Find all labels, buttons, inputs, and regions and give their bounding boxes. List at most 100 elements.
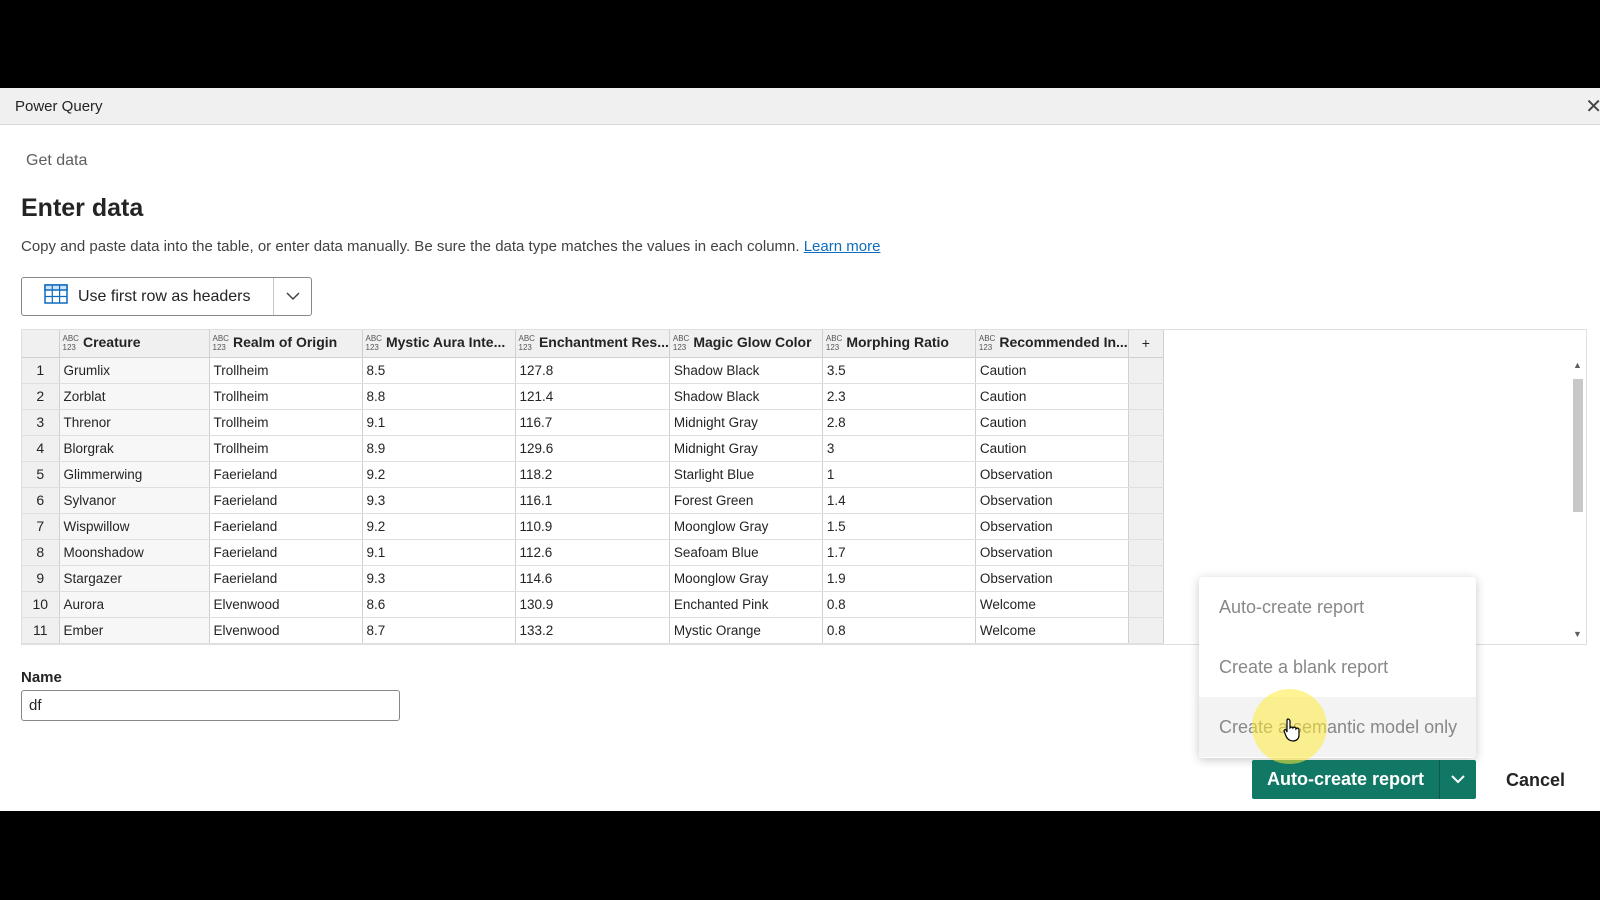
table-cell[interactable]: Moonglow Gray	[669, 565, 823, 592]
abc-123-type-icon[interactable]: ABC 123	[979, 334, 995, 352]
table-cell[interactable]: Caution	[975, 435, 1129, 462]
table-cell[interactable]: 8.8	[362, 383, 516, 410]
row-number[interactable]: 11	[22, 617, 60, 644]
table-cell[interactable]: Mystic Orange	[669, 617, 823, 644]
table-cell[interactable]: Faerieland	[209, 513, 363, 540]
table-cell[interactable]: Midnight Gray	[669, 409, 823, 436]
abc-123-type-icon[interactable]: ABC 123	[673, 334, 689, 352]
table-cell[interactable]: Observation	[975, 565, 1129, 592]
row-number[interactable]: 9	[22, 565, 60, 592]
table-cell[interactable]: Elvenwood	[209, 591, 363, 618]
table-cell[interactable]: 2.8	[822, 409, 976, 436]
table-cell[interactable]: 9.3	[362, 487, 516, 514]
table-cell[interactable]: Shadow Black	[669, 357, 823, 384]
abc-123-type-icon[interactable]: ABC 123	[63, 334, 79, 352]
table-cell[interactable]: 8.6	[362, 591, 516, 618]
menu-item-create-blank-report[interactable]: Create a blank report	[1199, 637, 1476, 697]
table-cell[interactable]: 3.5	[822, 357, 976, 384]
table-cell[interactable]: 2.3	[822, 383, 976, 410]
create-options-dropdown-button[interactable]	[1440, 760, 1476, 799]
table-cell[interactable]: Moonshadow	[59, 539, 210, 566]
table-cell[interactable]: Glimmerwing	[59, 461, 210, 488]
column-header[interactable]: ABC 123 Magic Glow Color	[669, 330, 823, 358]
vertical-scrollbar[interactable]: ▲ ▼	[1570, 357, 1584, 639]
table-cell[interactable]: 8.7	[362, 617, 516, 644]
abc-123-type-icon[interactable]: ABC 123	[213, 334, 229, 352]
table-cell[interactable]: Sylvanor	[59, 487, 210, 514]
learn-more-link[interactable]: Learn more	[804, 238, 881, 255]
table-cell[interactable]: 8.5	[362, 357, 516, 384]
table-cell[interactable]: Faerieland	[209, 487, 363, 514]
row-number[interactable]: 10	[22, 591, 60, 618]
column-header[interactable]: ABC 123 Recommended In...	[975, 330, 1129, 358]
row-number[interactable]: 5	[22, 461, 60, 488]
column-header[interactable]: ABC 123 Realm of Origin	[209, 330, 363, 358]
table-cell[interactable]: Aurora	[59, 591, 210, 618]
table-cell[interactable]: Trollheim	[209, 435, 363, 462]
row-number[interactable]: 3	[22, 409, 60, 436]
table-cell[interactable]: Observation	[975, 539, 1129, 566]
table-cell[interactable]: 116.7	[515, 409, 670, 436]
auto-create-report-button[interactable]: Auto-create report	[1252, 760, 1440, 799]
table-cell[interactable]: 3	[822, 435, 976, 462]
row-number[interactable]: 2	[22, 383, 60, 410]
table-cell[interactable]: Faerieland	[209, 565, 363, 592]
table-cell[interactable]: 118.2	[515, 461, 670, 488]
table-cell[interactable]: Trollheim	[209, 383, 363, 410]
table-cell[interactable]: 133.2	[515, 617, 670, 644]
table-cell[interactable]: Observation	[975, 513, 1129, 540]
cancel-button[interactable]: Cancel	[1506, 770, 1565, 791]
table-cell[interactable]: 121.4	[515, 383, 670, 410]
table-cell[interactable]: 130.9	[515, 591, 670, 618]
column-header[interactable]: ABC 123 Creature	[59, 330, 210, 358]
table-cell[interactable]: Seafoam Blue	[669, 539, 823, 566]
table-cell[interactable]: Observation	[975, 461, 1129, 488]
table-cell[interactable]: Moonglow Gray	[669, 513, 823, 540]
scroll-up-icon[interactable]: ▲	[1573, 360, 1582, 370]
table-cell[interactable]: 114.6	[515, 565, 670, 592]
row-number[interactable]: 8	[22, 539, 60, 566]
table-cell[interactable]: 0.8	[822, 591, 976, 618]
table-cell[interactable]: 112.6	[515, 539, 670, 566]
table-cell[interactable]: Trollheim	[209, 357, 363, 384]
table-cell[interactable]: 1.5	[822, 513, 976, 540]
table-cell[interactable]: Shadow Black	[669, 383, 823, 410]
menu-item-auto-create-report[interactable]: Auto-create report	[1199, 577, 1476, 637]
scroll-thumb[interactable]	[1573, 379, 1583, 512]
table-cell[interactable]: Threnor	[59, 409, 210, 436]
table-cell[interactable]: 127.8	[515, 357, 670, 384]
table-cell[interactable]: Starlight Blue	[669, 461, 823, 488]
table-cell[interactable]: Midnight Gray	[669, 435, 823, 462]
table-cell[interactable]: Zorblat	[59, 383, 210, 410]
table-cell[interactable]: Enchanted Pink	[669, 591, 823, 618]
column-header[interactable]: ABC 123 Mystic Aura Inte...	[362, 330, 516, 358]
table-cell[interactable]: Welcome	[975, 617, 1129, 644]
menu-item-create-semantic-model[interactable]: Create a semantic model only	[1199, 697, 1476, 757]
table-cell[interactable]: Trollheim	[209, 409, 363, 436]
close-icon[interactable]: ✕	[1585, 94, 1600, 119]
table-cell[interactable]: Elvenwood	[209, 617, 363, 644]
breadcrumb[interactable]: Get data	[26, 152, 87, 170]
table-cell[interactable]: Caution	[975, 383, 1129, 410]
table-cell[interactable]: Caution	[975, 357, 1129, 384]
column-header[interactable]: ABC 123 Morphing Ratio	[822, 330, 976, 358]
table-cell[interactable]: 9.1	[362, 409, 516, 436]
headers-dropdown-button[interactable]	[274, 278, 311, 315]
table-cell[interactable]: Grumlix	[59, 357, 210, 384]
row-number[interactable]: 6	[22, 487, 60, 514]
table-cell[interactable]: Observation	[975, 487, 1129, 514]
table-cell[interactable]: 9.3	[362, 565, 516, 592]
row-number[interactable]: 4	[22, 435, 60, 462]
table-cell[interactable]: 9.1	[362, 539, 516, 566]
table-cell[interactable]: 9.2	[362, 513, 516, 540]
table-cell[interactable]: Stargazer	[59, 565, 210, 592]
table-cell[interactable]: 1	[822, 461, 976, 488]
table-cell[interactable]: Wispwillow	[59, 513, 210, 540]
table-cell[interactable]: 0.8	[822, 617, 976, 644]
row-number[interactable]: 1	[22, 357, 60, 384]
abc-123-type-icon[interactable]: ABC 123	[826, 334, 842, 352]
table-cell[interactable]: Welcome	[975, 591, 1129, 618]
table-cell[interactable]: 1.7	[822, 539, 976, 566]
table-cell[interactable]: 1.4	[822, 487, 976, 514]
use-first-row-as-headers-button[interactable]: Use first row as headers	[22, 278, 274, 315]
